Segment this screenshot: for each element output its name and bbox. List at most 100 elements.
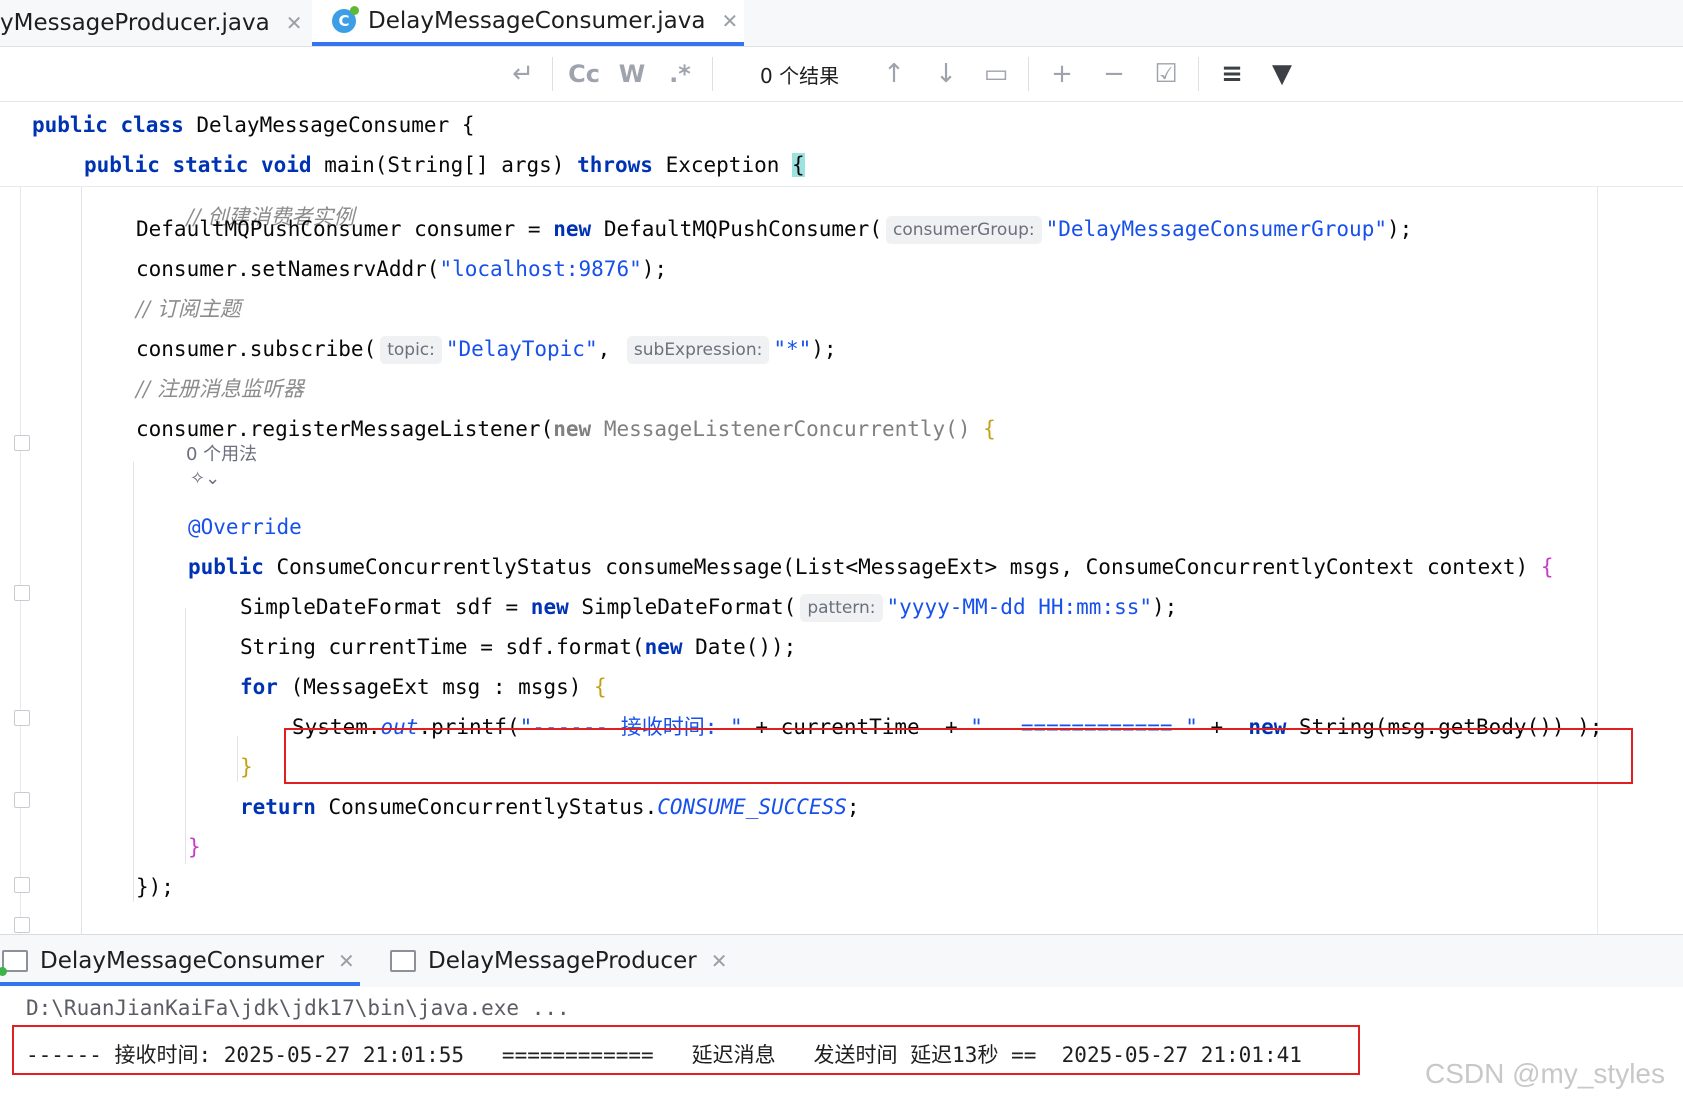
code-line: String currentTime = sdf.format(new Date… [240,632,796,662]
annotation: @Override [188,515,302,539]
close-icon[interactable]: ✕ [721,9,738,33]
toolbar-separator [1028,57,1029,91]
code-text: consumer.registerMessageListener( [136,417,554,441]
fold-marker[interactable] [14,710,30,726]
highlight-box [12,1025,1360,1075]
code-line: consumer.subscribe(topic: "DelayTopic", s… [136,334,837,364]
code-line: DefaultMQPushConsumer consumer = new Def… [136,214,1412,244]
code-text: ; [846,795,860,819]
enum-constant: CONSUME_SUCCESS [657,795,847,819]
indent-guide [133,462,134,902]
code-line: public static void main(String[] args) t… [84,150,805,180]
code-line: for (MessageExt msg : msgs) { [240,672,607,702]
code-text: Exception [652,153,793,177]
code-editor[interactable]: // 创建消费者实例 public class DelayMessageCons… [0,102,1683,934]
keyword: public class [32,113,184,137]
parameter-hint: subExpression: [626,336,770,364]
code-line: consumer.registerMessageListener(new Mes… [136,414,996,444]
previous-occurrence-icon[interactable]: ↑ [876,47,912,101]
code-line: // 注册消息监听器 [136,374,304,404]
keyword: new [553,417,592,441]
add-occurrence-icon[interactable]: + [1044,47,1080,101]
code-text: consumer.setNamesrvAddr( [136,257,440,281]
words-button[interactable]: W [614,47,650,101]
keyword: return [240,795,316,819]
fold-marker[interactable] [14,917,30,933]
tab-delay-message-consumer[interactable]: C DelayMessageConsumer.java ✕ [312,0,744,46]
code-text: Date()); [682,635,797,659]
run-tab-delay-message-producer[interactable]: DelayMessageProducer ✕ [390,935,727,987]
code-text: String currentTime = sdf.format( [240,635,645,659]
code-text: ); [1152,595,1178,619]
keyword: new [530,595,569,619]
tab-label: yMessageProducer.java [0,10,270,36]
run-tab-delay-message-consumer[interactable]: DelayMessageConsumer ✕ [0,935,355,987]
code-line: } [240,752,253,782]
code-text: DefaultMQPushConsumer consumer = [136,217,554,241]
string-literal: "DelayTopic" [445,337,598,361]
fold-marker[interactable] [14,792,30,808]
comment: // 注册消息监听器 [136,377,304,401]
code-text: (MessageExt msg : msgs) [277,675,595,699]
brace: { [461,113,475,137]
code-text: consumer.subscribe( [136,337,377,361]
fold-marker[interactable] [14,877,30,893]
code-line: SimpleDateFormat sdf = new SimpleDateFor… [240,592,1177,622]
fold-marker[interactable] [14,435,30,451]
keyword: public [188,555,264,579]
select-occurrences-icon[interactable]: ☑ [1148,47,1184,101]
next-occurrence-icon[interactable]: ↓ [928,47,964,101]
active-tab-indicator [0,982,360,986]
select-all-occurrences-icon[interactable]: ▭ [978,47,1014,101]
string-literal: "*" [773,337,812,361]
brace: } [188,835,201,859]
close-icon[interactable]: ✕ [286,11,303,35]
code-line: }); [136,872,174,902]
run-config-icon [0,950,28,976]
string-literal: "yyyy-MM-dd HH:mm:ss" [886,595,1153,619]
code-line: consumer.setNamesrvAddr("localhost:9876"… [136,254,667,284]
code-line: // 订阅主题 [136,294,241,324]
code-line: public class DelayMessageConsumer { [32,110,475,140]
highlight-box [284,728,1633,784]
tab-label: DelayMessageConsumer.java [368,8,706,34]
watermark: CSDN @my_styles [1424,1058,1665,1089]
indent-guide [237,736,238,782]
filter-icon[interactable]: ▼ [1264,47,1300,101]
usages-hint[interactable]: 0 个用法 [186,440,257,466]
remove-occurrence-icon[interactable]: − [1096,47,1132,101]
tab-delay-message-producer[interactable]: yMessageProducer.java ✕ [0,0,310,46]
code-text: ConsumeConcurrentlyStatus. [315,795,658,819]
editor-tab-bar: yMessageProducer.java ✕ C DelayMessageCo… [0,0,1683,47]
code-text: MessageListenerConcurrently() [591,417,984,441]
sticky-scope-header: public class DelayMessageConsumer { publ… [0,102,1683,187]
console-output[interactable]: D:\RuanJianKaiFa\jdk\jdk17\bin\java.exe … [0,987,1683,1108]
code-text: ); [1387,217,1413,241]
match-case-button[interactable]: Cc [564,47,604,101]
keyword: public static void [84,153,312,177]
run-tab-label: DelayMessageProducer [428,948,697,974]
close-icon[interactable]: ✕ [711,949,728,973]
toolbar-separator [552,57,553,91]
run-tool-window-tabs: DelayMessageConsumer ✕ DelayMessageProdu… [0,934,1683,988]
search-result-count: 0 个结果 [760,63,840,88]
regex-button[interactable]: .* [662,47,698,101]
code-line: return ConsumeConcurrentlyStatus.CONSUME… [240,792,860,822]
gutter-divider [20,102,21,934]
brace: { [983,417,996,441]
parameter-hint: consumerGroup: [885,216,1042,244]
replace-icon[interactable]: ↵ [505,47,541,101]
code-text: DefaultMQPushConsumer( [591,217,882,241]
close-icon[interactable]: ✕ [338,949,355,973]
run-tab-label: DelayMessageConsumer [40,948,325,974]
code-text: ConsumeConcurrentlyStatus consumeMessage… [263,555,1541,579]
ai-actions-icon[interactable]: ✧⌄ [190,468,220,489]
filter-options-icon[interactable]: ≡ [1214,47,1250,101]
java-class-icon: C [332,6,359,33]
indent-guide [185,608,186,864]
keyword: new [553,217,592,241]
code-line: } [188,832,201,862]
toolbar-separator [712,57,713,91]
fold-marker[interactable] [14,585,30,601]
code-text: ); [811,337,837,361]
